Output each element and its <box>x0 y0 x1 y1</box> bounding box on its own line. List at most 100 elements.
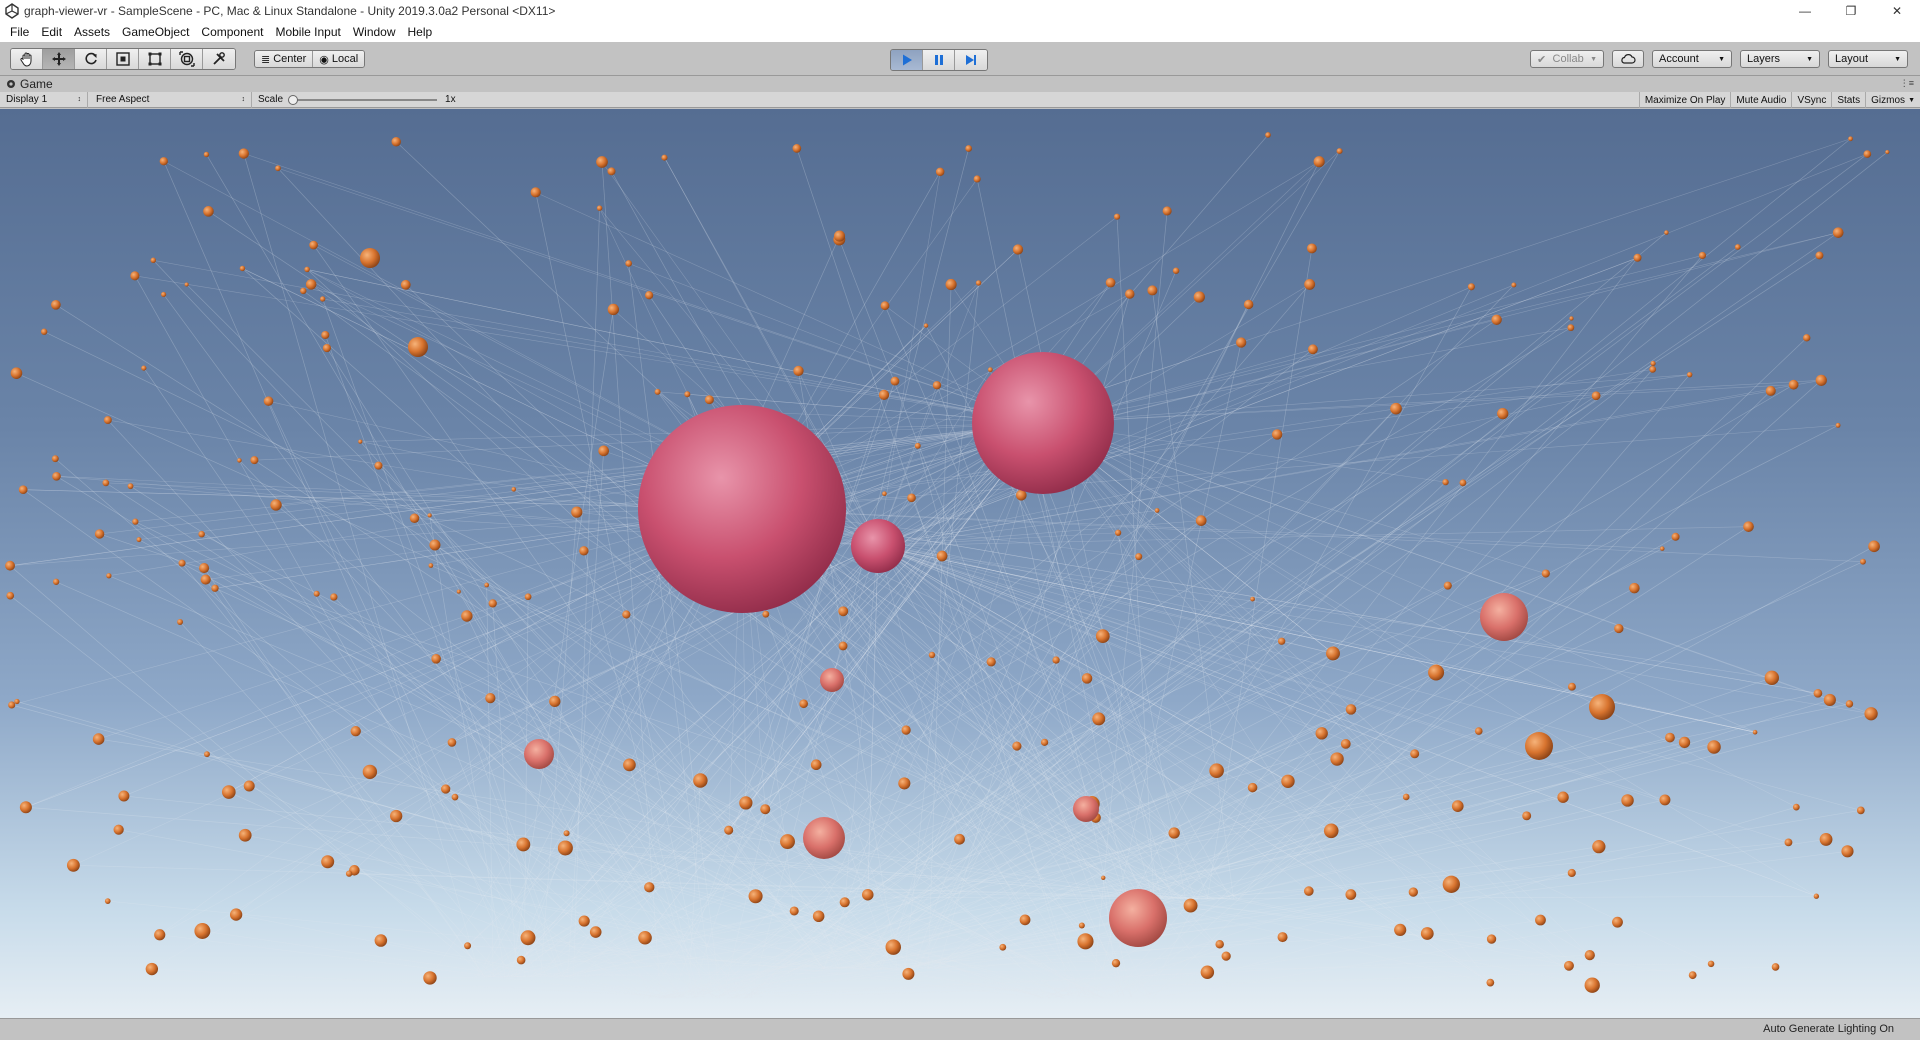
graph-node[interactable] <box>954 833 965 845</box>
graph-node[interactable] <box>92 733 105 745</box>
graph-node[interactable] <box>390 809 403 823</box>
graph-node[interactable] <box>40 328 48 335</box>
graph-node[interactable] <box>1688 971 1697 980</box>
graph-node[interactable] <box>1336 148 1343 155</box>
graph-node-large[interactable] <box>803 817 845 859</box>
graph-node[interactable] <box>1340 739 1351 749</box>
graph-node[interactable] <box>1408 887 1418 897</box>
graph-node[interactable] <box>391 137 401 147</box>
graph-node[interactable] <box>313 590 320 597</box>
graph-node[interactable] <box>1345 889 1357 900</box>
graph-node-large[interactable] <box>1073 796 1099 822</box>
graph-node[interactable] <box>661 154 668 161</box>
graph-node[interactable] <box>1277 932 1288 943</box>
graph-node[interactable] <box>238 148 249 159</box>
graph-node[interactable] <box>724 825 734 835</box>
graph-node[interactable] <box>1308 344 1318 355</box>
display-dropdown[interactable]: Display 1 ↕ <box>0 91 88 108</box>
custom-tool-button[interactable] <box>203 49 235 69</box>
graph-node[interactable] <box>270 499 282 511</box>
graph-node[interactable] <box>321 330 330 340</box>
graph-node[interactable] <box>19 801 32 814</box>
stats-toggle[interactable]: Stats <box>1831 92 1865 108</box>
graph-node[interactable] <box>1592 840 1606 854</box>
graph-node[interactable] <box>684 391 691 398</box>
minimize-button[interactable]: — <box>1782 0 1828 22</box>
graph-node[interactable] <box>607 167 616 176</box>
graph-node[interactable] <box>221 785 236 799</box>
graph-node[interactable] <box>638 930 652 945</box>
rotate-tool-button[interactable] <box>75 49 107 69</box>
graph-node[interactable] <box>1868 540 1880 553</box>
graph-node[interactable] <box>362 764 378 780</box>
graph-node[interactable] <box>780 834 795 850</box>
graph-node[interactable] <box>1162 206 1172 216</box>
scale-slider-knob[interactable] <box>288 94 299 105</box>
graph-node[interactable] <box>456 589 461 594</box>
graph-node[interactable] <box>704 395 714 405</box>
graph-node[interactable] <box>965 145 973 152</box>
graph-node[interactable] <box>1815 374 1827 386</box>
graph-node[interactable] <box>516 955 526 965</box>
graph-node[interactable] <box>1215 940 1224 949</box>
graph-node[interactable] <box>1092 712 1106 726</box>
pause-button[interactable] <box>923 50 955 70</box>
graph-node[interactable] <box>6 591 15 600</box>
graph-node[interactable] <box>1864 707 1878 721</box>
graph-node[interactable] <box>204 751 210 758</box>
scale-tool-button[interactable] <box>107 49 139 69</box>
graph-node[interactable] <box>229 908 243 921</box>
graph-node[interactable] <box>622 610 631 619</box>
menu-help[interactable]: Help <box>402 22 439 42</box>
graph-node[interactable] <box>330 593 338 601</box>
graph-node[interactable] <box>106 573 112 579</box>
account-dropdown[interactable]: Account ▼ <box>1652 50 1732 68</box>
graph-node[interactable] <box>1111 958 1121 968</box>
graph-node[interactable] <box>833 230 846 242</box>
rect-tool-button[interactable] <box>139 49 171 69</box>
graph-node[interactable] <box>1649 365 1657 373</box>
graph-node[interactable] <box>1306 243 1317 254</box>
graph-node[interactable] <box>880 301 890 311</box>
maximize-on-play-toggle[interactable]: Maximize On Play <box>1638 92 1731 108</box>
graph-node[interactable] <box>1345 704 1357 715</box>
graph-node[interactable] <box>789 906 799 916</box>
graph-node[interactable] <box>579 546 589 556</box>
graph-node-large[interactable] <box>1480 593 1528 641</box>
menu-mobile-input[interactable]: Mobile Input <box>269 22 346 42</box>
graph-node[interactable] <box>760 804 771 815</box>
graph-node[interactable] <box>441 784 451 794</box>
graph-node[interactable] <box>1428 664 1445 681</box>
graph-node[interactable] <box>1078 922 1085 929</box>
graph-node[interactable] <box>1168 827 1180 839</box>
tab-game[interactable]: Game <box>6 76 53 92</box>
gizmos-dropdown[interactable]: Gizmos ▼ <box>1865 92 1920 108</box>
graph-node[interactable] <box>199 563 210 574</box>
graph-node[interactable] <box>1247 782 1258 793</box>
graph-node[interactable] <box>1764 670 1780 686</box>
graph-node[interactable] <box>1012 244 1024 255</box>
graph-node[interactable] <box>178 559 186 567</box>
graph-node[interactable] <box>113 824 124 835</box>
graph-node[interactable] <box>275 165 281 172</box>
graph-node[interactable] <box>530 187 541 198</box>
graph-node[interactable] <box>198 530 205 538</box>
graph-node[interactable] <box>598 445 609 457</box>
graph-node[interactable] <box>1243 299 1254 310</box>
graph-node[interactable] <box>1823 693 1836 707</box>
graph-node[interactable] <box>451 793 459 801</box>
graph-node[interactable] <box>1313 156 1325 168</box>
graph-node[interactable] <box>1420 927 1434 940</box>
graph-node[interactable] <box>1522 811 1532 821</box>
graph-node[interactable] <box>309 240 318 250</box>
collab-dropdown[interactable]: ✔ Collab ▼ <box>1530 50 1604 68</box>
graph-node[interactable] <box>211 584 219 592</box>
graph-node[interactable] <box>1771 963 1780 971</box>
graph-node[interactable] <box>936 550 948 562</box>
graph-node[interactable] <box>520 930 536 946</box>
graph-node[interactable] <box>1860 558 1866 565</box>
graph-node[interactable] <box>799 699 808 709</box>
graph-node[interactable] <box>1633 253 1642 262</box>
graph-node[interactable] <box>1734 244 1741 250</box>
graph-node[interactable] <box>1813 688 1823 698</box>
